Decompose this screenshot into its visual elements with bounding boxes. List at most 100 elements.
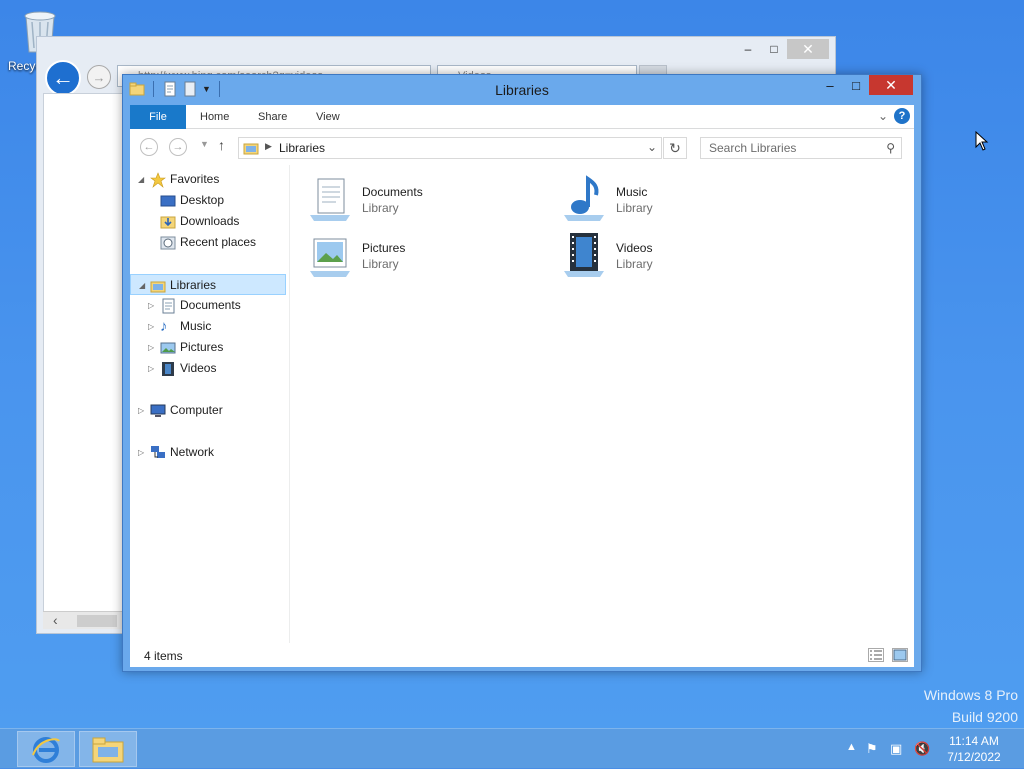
library-name: Music (616, 185, 648, 199)
expand-arrow-icon[interactable]: ▷ (148, 295, 158, 316)
library-type: Library (362, 201, 399, 215)
recent-locations-icon[interactable]: ▼ (200, 139, 209, 149)
nav-item-documents[interactable]: ▷ Documents (148, 295, 288, 316)
nav-label-desktop: Desktop (180, 193, 225, 207)
library-type: Library (616, 257, 653, 271)
nav-item-recent-places[interactable]: Recent places (138, 232, 288, 253)
window-title: Libraries (495, 82, 549, 98)
tab-file[interactable]: File (130, 105, 186, 129)
tab-view[interactable]: View (306, 105, 350, 129)
expand-arrow-icon[interactable]: ▷ (148, 358, 158, 379)
details-view-button[interactable] (868, 648, 884, 662)
nav-label-pictures: Pictures (180, 340, 224, 354)
recent-places-icon (160, 236, 176, 250)
os-watermark: Windows 8 Pro Build 9200 (924, 684, 1018, 728)
search-icon[interactable]: ⚲ (886, 141, 895, 155)
library-item-videos[interactable]: Videos Library (554, 231, 794, 281)
taskbar-internet-explorer[interactable] (17, 731, 75, 767)
breadcrumb-chevron-icon[interactable]: ▶ (265, 141, 272, 152)
taskbar-clock[interactable]: 11:14 AM 7/12/2022 (940, 733, 1008, 765)
desktop: Recyc – □ ✕ ← → http://www.bing.com/sear… (0, 0, 1024, 728)
ribbon: File Home Share View ⌄ ? (130, 105, 914, 129)
pictures-library-icon (310, 238, 350, 277)
tab-home[interactable]: Home (190, 105, 239, 129)
nav-item-network[interactable]: ▷ Network (138, 442, 288, 463)
back-button[interactable]: ← (140, 138, 158, 156)
explorer-window[interactable]: ▼ Libraries – □ ✕ File Home Share View ⌄… (122, 74, 922, 672)
clock-time: 11:14 AM (949, 734, 999, 748)
scroll-thumb[interactable] (77, 615, 117, 627)
tab-share[interactable]: Share (248, 105, 297, 129)
file-explorer-icon (92, 737, 124, 763)
expand-arrow-icon[interactable]: ▷ (138, 442, 148, 463)
expand-arrow-icon[interactable]: ▷ (138, 400, 148, 421)
music-library-icon (564, 175, 604, 221)
expand-arrow-icon[interactable]: ▷ (148, 316, 158, 337)
scroll-left-icon[interactable]: ‹ (53, 612, 58, 628)
collapse-arrow-icon[interactable]: ◢ (139, 275, 149, 296)
nav-item-downloads[interactable]: Downloads (138, 211, 288, 232)
explorer-client: File Home Share View ⌄ ? ← → ▼ ↑ ▶ Libra… (130, 105, 914, 667)
explorer-window-controls: – □ ✕ (817, 75, 913, 95)
nav-item-pictures[interactable]: ▷ Pictures (148, 337, 288, 358)
documents-library-icon (310, 178, 350, 221)
help-icon[interactable]: ? (894, 108, 910, 124)
library-item-pictures[interactable]: Pictures Library (300, 231, 540, 281)
refresh-icon: ↻ (669, 140, 681, 156)
action-center-flag-icon[interactable]: ⚑ (866, 741, 882, 757)
mouse-cursor-icon (975, 131, 989, 151)
expand-ribbon-icon[interactable]: ⌄ (878, 109, 888, 123)
chevron-down-icon[interactable]: ⌄ (647, 140, 657, 154)
browser-window-controls: – □ ✕ (735, 39, 829, 59)
library-item-documents[interactable]: Documents Library (300, 175, 540, 225)
details-view-icon (870, 650, 882, 660)
clock-date: 7/12/2022 (947, 750, 1001, 764)
watermark-build: Build 9200 (951, 709, 1018, 725)
content-pane: Documents Library Music Library Pictures… (300, 175, 910, 635)
downloads-icon (160, 216, 176, 229)
browser-maximize-button[interactable]: □ (761, 39, 787, 59)
show-hidden-icons-icon[interactable]: ▲ (846, 741, 862, 757)
network-status-icon[interactable]: ▣ (890, 741, 906, 757)
browser-forward-button[interactable]: → (87, 65, 111, 89)
large-icons-view-button[interactable] (892, 648, 908, 662)
maximize-button[interactable]: □ (843, 75, 869, 95)
nav-label-network: Network (170, 445, 215, 459)
library-name: Pictures (362, 241, 406, 255)
address-bar[interactable]: ▶ Libraries ⌄ (238, 137, 662, 159)
browser-close-button[interactable]: ✕ (787, 39, 829, 59)
nav-item-desktop[interactable]: Desktop (138, 190, 288, 211)
breadcrumb[interactable]: Libraries (279, 141, 325, 155)
search-box[interactable]: ⚲ (700, 137, 902, 159)
explorer-titlebar[interactable]: ▼ Libraries – □ ✕ (123, 75, 921, 105)
internet-explorer-icon (32, 737, 60, 763)
search-input[interactable] (701, 138, 871, 158)
minimize-button[interactable]: – (817, 75, 843, 95)
library-item-music[interactable]: Music Library (554, 175, 794, 225)
library-type: Library (362, 257, 399, 271)
watermark-edition: Windows 8 Pro (923, 687, 1018, 703)
star-icon (150, 172, 166, 188)
browser-minimize-button[interactable]: – (735, 39, 761, 59)
desktop-icon (160, 195, 176, 207)
nav-label-computer: Computer (170, 403, 223, 417)
forward-button[interactable]: → (169, 138, 187, 156)
up-arrow-icon[interactable]: ↑ (218, 137, 225, 153)
close-button[interactable]: ✕ (869, 75, 913, 95)
volume-muted-icon[interactable]: 🔇 (914, 741, 930, 757)
browser-back-button[interactable]: ← (45, 60, 81, 96)
expand-arrow-icon[interactable]: ▷ (148, 337, 158, 358)
nav-item-favorites[interactable]: ◢ Favorites (138, 169, 288, 190)
documents-icon (162, 298, 175, 314)
collapse-arrow-icon[interactable]: ◢ (138, 169, 148, 190)
status-bar: 4 items (130, 643, 914, 667)
nav-item-computer[interactable]: ▷ Computer (138, 400, 288, 421)
refresh-button[interactable]: ↻ (663, 137, 687, 159)
videos-library-icon (564, 233, 604, 277)
library-type: Library (616, 201, 653, 215)
taskbar-file-explorer[interactable] (79, 731, 137, 767)
nav-item-music[interactable]: ▷ ♪ Music (148, 316, 288, 337)
nav-item-videos[interactable]: ▷ Videos (148, 358, 288, 379)
item-count: 4 items (144, 649, 183, 663)
nav-item-libraries[interactable]: ◢ Libraries (130, 274, 286, 295)
